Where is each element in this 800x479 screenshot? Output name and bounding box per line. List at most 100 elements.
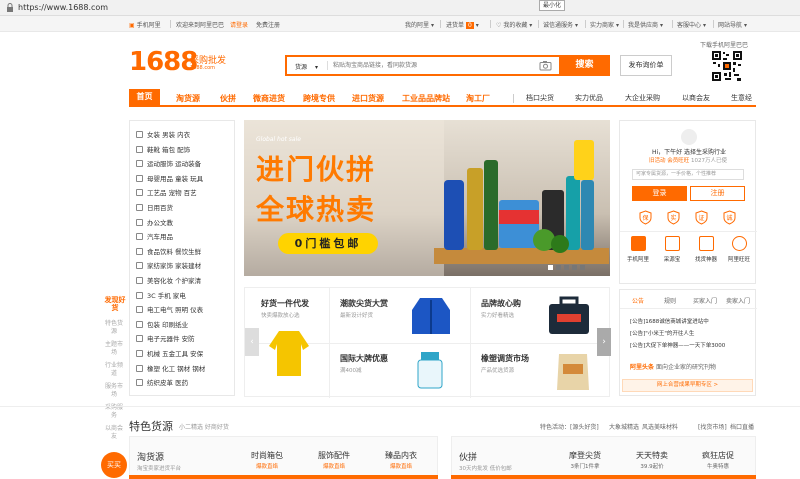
bottom-card-item[interactable]: 淘货源 淘宝卖家进货平台 (137, 450, 181, 472)
search-category-select[interactable]: 货源 ▾ (295, 62, 318, 71)
bottom-card-item[interactable]: 天天特卖 39.9起价 (636, 450, 668, 470)
logo[interactable]: 1688 (129, 47, 198, 77)
url-text[interactable]: https://www.1688.com (18, 3, 108, 12)
sidebar-category-item[interactable]: 汽车用品 (136, 231, 173, 241)
promo-cell[interactable]: 好货一件代发 快卖爆款放心选 (261, 298, 309, 319)
ali-headline[interactable]: 阿里头条 面向企业家的研究刊物 (630, 362, 716, 371)
feature-link[interactable]: [找货市场] (698, 422, 727, 431)
pagination-dot[interactable] (564, 265, 569, 270)
tool-wangwang[interactable]: 阿里旺旺 (725, 236, 753, 263)
nav-jinkou[interactable]: 进口货源 (352, 93, 384, 104)
sidebar-category-item[interactable]: 鞋靴 箱包 配饰 (136, 144, 190, 154)
feature-link[interactable]: 风选美味材料 (642, 422, 678, 431)
sidebar-category-item[interactable]: 电工电气 照明 仪表 (136, 304, 203, 314)
nav-taogongchang[interactable]: 淘工厂 (466, 93, 490, 104)
shield-icon[interactable]: 证 (695, 210, 708, 225)
cooperation-link[interactable]: 网上合营成果早期专区 > (622, 379, 753, 392)
power-merchant-link[interactable]: 实力商家 ▾ (590, 20, 619, 29)
support-link[interactable]: 客服中心 ▾ (677, 20, 706, 29)
sidebar-category-item[interactable]: 食品饮料 餐饮生鲜 (136, 246, 201, 256)
register-link[interactable]: 免费注册 (256, 20, 280, 29)
publish-inquiry-button[interactable]: 发布询价单 (620, 55, 672, 76)
sidebar-category-item[interactable]: 日用百货 (136, 202, 173, 212)
bottom-card-item[interactable]: 臻品内衣 爆款直络 (385, 450, 417, 470)
pagination-dot[interactable] (556, 265, 561, 270)
sidebar-category-item[interactable]: 美容化妆 个护家清 (136, 275, 201, 285)
tool-caiyuanbao[interactable]: 采源宝 (658, 236, 686, 263)
sidebar-category-item[interactable]: 机械 五金工具 安保 (136, 348, 203, 358)
sidebar-category-item[interactable]: 运动服饰 运动装备 (136, 158, 201, 168)
nav-taohuoyuan[interactable]: 淘货源 (176, 93, 200, 104)
promo-cell[interactable]: 国际大牌优惠 满400减 (340, 353, 388, 374)
stats-highlight[interactable]: 会员旺旺 (667, 158, 689, 164)
nav-shili[interactable]: 实力优品 (575, 93, 603, 103)
nav-dacaigou[interactable]: 大企业采购 (625, 93, 660, 103)
register-button[interactable]: 注册 (690, 186, 745, 201)
sidebar-category-item[interactable]: 3C 手机 家电 (136, 290, 186, 300)
feature-link[interactable]: 大象城精选 (609, 422, 639, 431)
search-input[interactable] (333, 57, 543, 74)
side-tag[interactable]: 特色货源 (104, 320, 124, 336)
notice-item[interactable]: [公告]"小米王"的开往人生 (630, 329, 694, 337)
bottom-card-item[interactable]: 疯狂店促 牛奥特惠 (702, 450, 734, 470)
bottom-card-item[interactable]: 服饰配件 爆款直络 (318, 450, 350, 470)
csr-link[interactable]: 诚信通服务 ▾ (543, 20, 578, 29)
my-ali-menu[interactable]: 我的阿里 ▾ (405, 20, 434, 29)
tool-finder[interactable]: 找货神器 (692, 236, 720, 263)
sidebar-category-item[interactable]: 电子元器件 安防 (136, 333, 195, 343)
banner-cta[interactable]: 0门槛包邮 (278, 233, 378, 254)
shield-icon[interactable]: 保 (639, 210, 652, 225)
pagination-dot[interactable] (580, 265, 585, 270)
sidebar-category-item[interactable]: 家纺家饰 家装建材 (136, 260, 201, 270)
chevron-right-icon[interactable]: › (597, 328, 611, 356)
side-tag[interactable]: 行业频道 (104, 362, 124, 378)
sidebar-category-item[interactable]: 纺织皮革 医药 (136, 377, 188, 387)
side-tag[interactable]: 主题市场 (104, 341, 124, 357)
login-link[interactable]: 请登录 (230, 20, 248, 29)
promo-cell[interactable]: 品牌故心购 实力好看精选 (481, 298, 521, 319)
discover-label[interactable]: 发现好货 (103, 296, 127, 312)
tab-seller-guide[interactable]: 卖家入门 (726, 296, 750, 305)
nav-weishang[interactable]: 微商进货 (253, 93, 285, 104)
chevron-left-icon[interactable]: ‹ (245, 328, 259, 356)
nav-shengyijing[interactable]: 生意经 (731, 93, 752, 103)
sidebar-category-item[interactable]: 母婴用品 童装 玩具 (136, 173, 203, 183)
tab-rules[interactable]: 规则 (664, 296, 676, 305)
notice-item[interactable]: [公告]大促下单神器——一天下单3000 (630, 341, 725, 349)
sidebar-category-item[interactable]: 橡塑 化工 钢材 钢材 (136, 363, 205, 373)
nav-dangkou[interactable]: 档口尖货 (526, 93, 554, 103)
shield-icon[interactable]: 诚 (723, 210, 736, 225)
side-tag[interactable]: 服务市场 (104, 383, 124, 399)
pagination-dot[interactable] (548, 265, 553, 270)
nav-kuajing[interactable]: 跨境专供 (303, 93, 335, 104)
side-tag[interactable]: 以商会友 (104, 425, 124, 441)
bottom-card-item[interactable]: 时尚箱包 爆款直络 (251, 450, 283, 470)
bottom-card-item[interactable]: 伙拼 30天内批发 低价包邮 (459, 450, 512, 472)
sidebar-category-item[interactable]: 办公文教 (136, 217, 173, 227)
phone-ali-link[interactable]: ▣ 手机阿里 (129, 20, 161, 29)
tab-announcement[interactable]: 公告 (632, 296, 644, 305)
nav-huopin[interactable]: 伙拼 (220, 93, 236, 104)
promo-cell[interactable]: 橡塑调货市场 产品优选货源 (481, 353, 529, 374)
cart-link[interactable]: 进货单 0 ▾ (446, 20, 479, 29)
sitemap-link[interactable]: 网站导航 ▾ (718, 20, 747, 29)
sidebar-category-item[interactable]: 工艺品 宠物 百艺 (136, 187, 197, 197)
shield-icon[interactable]: 实 (667, 210, 680, 225)
nav-yishang[interactable]: 以商会友 (682, 93, 710, 103)
bottom-card-item[interactable]: 摩登尖货 3条门1件拿 (569, 450, 601, 470)
nav-home[interactable]: 首页 (129, 89, 160, 105)
camera-icon[interactable] (539, 60, 552, 71)
tool-mobile-ali[interactable]: 手机阿里 (624, 236, 652, 263)
notice-item[interactable]: [公告]1688诚信商城讲堂进站中 (630, 317, 709, 325)
sidebar-category-item[interactable]: 包装 印刷纸业 (136, 319, 188, 329)
tab-buyer-guide[interactable]: 买家入门 (693, 296, 717, 305)
search-button[interactable]: 搜索 (559, 55, 610, 76)
feature-link[interactable]: 档口直播 (730, 422, 754, 431)
feature-link[interactable]: 特色活动：[源头好货] (540, 422, 599, 431)
pagination-dot[interactable] (572, 265, 577, 270)
favorites-link[interactable]: ♡ 我的收藏 ▾ (496, 20, 532, 29)
nav-gongyepin[interactable]: 工业品品牌站 (402, 93, 450, 104)
promo-cell[interactable]: 潮款尖货大赏 最新设计好货 (340, 298, 388, 319)
supplier-link[interactable]: 我是供应商 ▾ (628, 20, 663, 29)
sidebar-category-item[interactable]: 女装 男装 内衣 (136, 129, 190, 139)
